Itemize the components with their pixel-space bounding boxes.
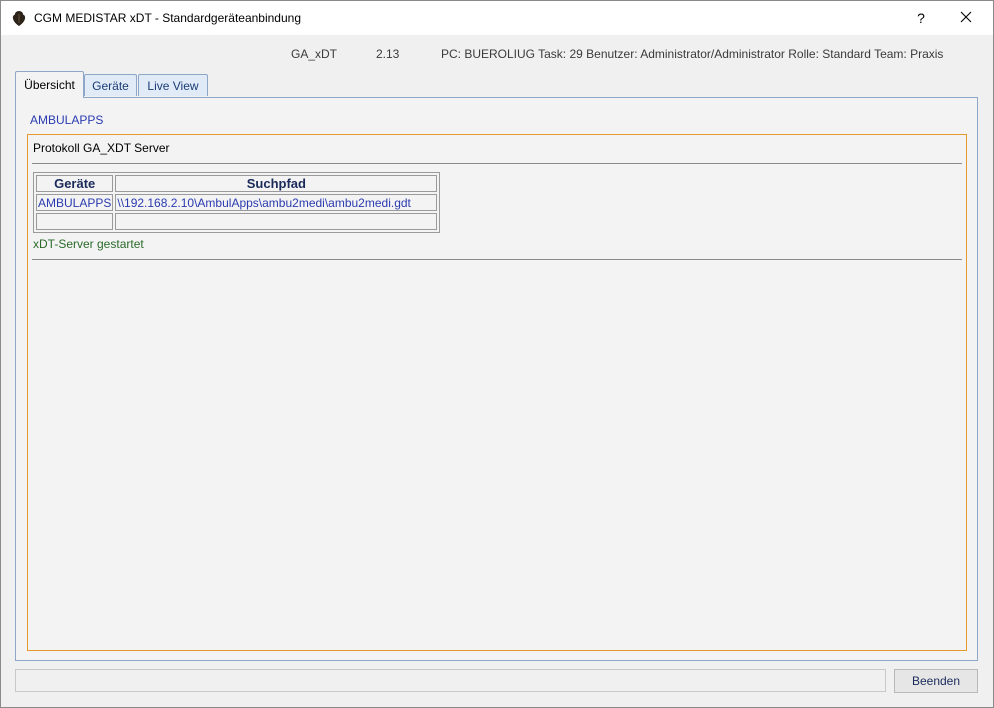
- overview-panel: AMBULAPPS Protokoll GA_XDT Server Geräte…: [15, 97, 978, 661]
- help-button[interactable]: ?: [899, 1, 943, 35]
- medistar-app-icon: [12, 11, 26, 26]
- table-row: AMBULAPPS \\192.168.2.10\AmbulApps\ambu2…: [36, 194, 438, 211]
- table-row: [36, 213, 438, 230]
- divider: [32, 259, 962, 260]
- device-group-heading: AMBULAPPS: [30, 113, 104, 127]
- column-header-devices: Geräte: [36, 175, 114, 192]
- exit-button[interactable]: Beenden: [894, 669, 978, 693]
- path-cell: \\192.168.2.10\AmbulApps\ambu2medi\ambu2…: [115, 194, 438, 211]
- column-header-search-path: Suchpfad: [115, 175, 438, 192]
- server-status: xDT-Server gestartet: [33, 237, 144, 251]
- protocol-box: Protokoll GA_XDT Server Geräte Suchpfad …: [27, 134, 967, 651]
- window-title: CGM MEDISTAR xDT - Standardgeräteanbindu…: [34, 11, 302, 25]
- module-version: 2.13: [376, 47, 400, 61]
- session-info-bar: GA_xDT 2.13 PC: BUEROLIUG Task: 29 Benut…: [1, 47, 993, 65]
- session-details: PC: BUEROLIUG Task: 29 Benutzer: Adminis…: [441, 47, 944, 61]
- close-icon: [960, 10, 972, 26]
- app-window: CGM MEDISTAR xDT - Standardgeräteanbindu…: [0, 0, 994, 708]
- protocol-title: Protokoll GA_XDT Server: [33, 141, 170, 155]
- tab-ubersicht[interactable]: Übersicht: [15, 71, 84, 98]
- divider: [32, 163, 962, 164]
- close-button[interactable]: [944, 1, 988, 35]
- device-cell: [36, 213, 114, 230]
- title-bar: CGM MEDISTAR xDT - Standardgeräteanbindu…: [1, 1, 993, 35]
- device-cell: AMBULAPPS: [36, 194, 114, 211]
- module-name: GA_xDT: [291, 47, 338, 61]
- path-cell: [115, 213, 438, 230]
- table-header-row: Geräte Suchpfad: [36, 175, 438, 192]
- device-table: Geräte Suchpfad AMBULAPPS \\192.168.2.10…: [33, 172, 441, 233]
- tab-gerate[interactable]: Geräte: [84, 74, 137, 96]
- status-field: [15, 669, 886, 692]
- tab-live-view[interactable]: Live View: [138, 74, 208, 96]
